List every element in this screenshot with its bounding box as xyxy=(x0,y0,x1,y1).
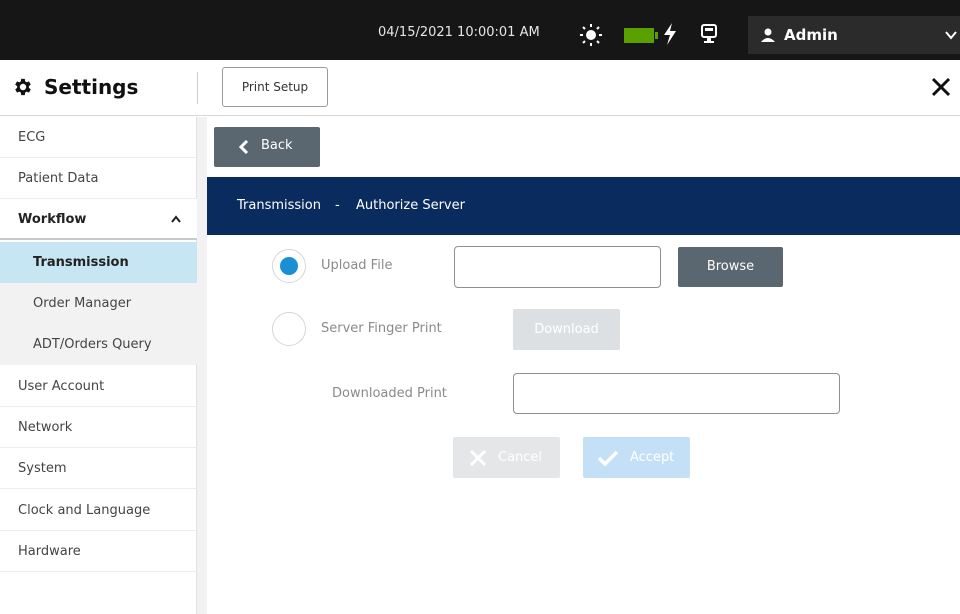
page-title: Settings xyxy=(44,75,139,99)
status-bar: 04/15/2021 10:00:01 AM Admin xyxy=(0,0,960,60)
accept-button-label: Accept xyxy=(630,450,675,465)
accept-button[interactable]: Accept xyxy=(583,437,690,478)
monitor-icon xyxy=(701,24,717,43)
print-setup-button[interactable]: Print Setup xyxy=(222,67,328,107)
sidebar-item-workflow[interactable]: Workflow xyxy=(0,199,197,240)
banner-section: Transmission xyxy=(237,198,321,213)
settings-sidebar: ECG Patient Data Workflow Transmission O… xyxy=(0,117,197,614)
settings-header: Settings Print Setup xyxy=(0,60,960,116)
sun-icon xyxy=(580,24,602,46)
chevron-up-icon xyxy=(171,215,181,223)
sidebar-item-order-manager[interactable]: Order Manager xyxy=(0,283,197,324)
banner-page-title: Authorize Server xyxy=(356,198,465,213)
user-menu[interactable]: Admin xyxy=(748,16,960,54)
chevron-left-icon xyxy=(239,140,249,154)
battery-icon xyxy=(624,28,654,43)
sidebar-item-system[interactable]: System xyxy=(0,448,197,489)
banner-separator: - xyxy=(335,198,340,213)
download-button[interactable]: Download xyxy=(513,309,620,350)
downloaded-print-label: Downloaded Print xyxy=(332,386,447,401)
upload-file-radio[interactable] xyxy=(272,249,306,283)
sidebar-item-adt-orders-query[interactable]: ADT/Orders Query xyxy=(0,324,197,365)
sidebar-item-hardware[interactable]: Hardware xyxy=(0,531,197,572)
close-icon[interactable] xyxy=(930,76,952,98)
upload-file-input[interactable] xyxy=(454,246,661,288)
datetime-text: 04/15/2021 10:00:01 AM xyxy=(378,25,540,40)
battery-tip xyxy=(655,32,658,39)
user-name: Admin xyxy=(784,26,838,44)
cancel-button[interactable]: Cancel xyxy=(453,437,560,478)
back-button[interactable]: Back xyxy=(214,127,320,167)
browse-button[interactable]: Browse xyxy=(678,247,783,287)
user-icon xyxy=(761,28,775,42)
charging-bolt-icon xyxy=(664,23,676,45)
close-icon xyxy=(469,449,487,467)
server-finger-print-radio[interactable] xyxy=(272,312,306,346)
header-divider xyxy=(197,72,198,104)
downloaded-print-field[interactable] xyxy=(513,373,840,414)
sidebar-item-transmission[interactable]: Transmission xyxy=(0,242,197,283)
checkmark-icon xyxy=(597,450,619,467)
cancel-button-label: Cancel xyxy=(498,450,543,465)
upload-file-label: Upload File xyxy=(321,258,393,273)
radio-selected-dot xyxy=(280,257,298,275)
sidebar-item-network[interactable]: Network xyxy=(0,407,197,448)
sidebar-item-patient-data[interactable]: Patient Data xyxy=(0,158,197,199)
section-banner: Transmission - Authorize Server xyxy=(207,177,960,235)
sidebar-item-label: Workflow xyxy=(18,212,87,227)
sidebar-item-clock-and-language[interactable]: Clock and Language xyxy=(0,490,197,531)
sidebar-divider xyxy=(197,117,207,614)
sidebar-item-ecg[interactable]: ECG xyxy=(0,117,197,158)
gear-icon xyxy=(15,78,31,96)
back-button-label: Back xyxy=(261,138,293,153)
server-finger-print-label: Server Finger Print xyxy=(321,321,442,336)
sidebar-item-user-account[interactable]: User Account xyxy=(0,366,197,407)
chevron-down-icon[interactable] xyxy=(944,29,958,41)
